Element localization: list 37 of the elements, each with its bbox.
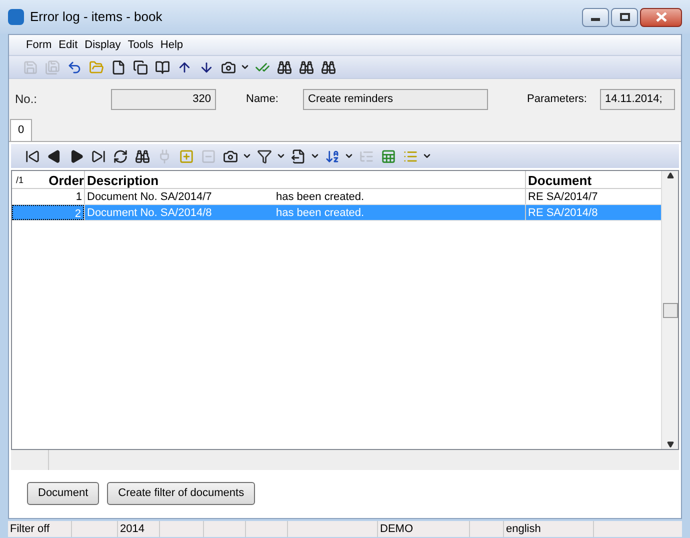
column-header[interactable]: Order xyxy=(42,171,84,188)
scrollbar-thumb[interactable] xyxy=(662,302,678,318)
number-label: No.: xyxy=(15,91,38,108)
action-button[interactable]: Document xyxy=(27,482,100,505)
table-cell: Document No. SA/2014/8 xyxy=(84,205,276,220)
number-field: 320 xyxy=(111,88,216,110)
maximize-button[interactable] xyxy=(611,8,638,26)
column-header[interactable]: Description xyxy=(84,171,525,188)
tab[interactable]: 0 xyxy=(10,119,32,141)
status-field: Filter off xyxy=(8,521,72,537)
scroll-up-icon[interactable] xyxy=(666,172,674,179)
scroll-down-icon[interactable] xyxy=(666,441,674,448)
scrollbar[interactable] xyxy=(661,171,678,449)
table-cell: 2 xyxy=(12,205,84,220)
status-field: english xyxy=(504,521,594,537)
menu-item[interactable]: Edit xyxy=(56,36,81,54)
name-label: Name: xyxy=(246,92,280,107)
table-cell-text: has been created. xyxy=(276,190,366,204)
close-button[interactable] xyxy=(640,8,682,26)
table-cell: Document No. SA/2014/7 xyxy=(84,189,276,204)
table-cell-text: 1 xyxy=(74,190,83,204)
app-icon xyxy=(8,9,24,25)
sort-indicator: /1 xyxy=(15,174,25,187)
window-title: Error log - items - book xyxy=(30,8,164,26)
name-field: Create reminders xyxy=(303,88,488,110)
status-field: DEMO xyxy=(378,521,470,537)
parameters-label: Parameters: xyxy=(527,92,588,107)
minimize-button[interactable] xyxy=(582,8,609,26)
parameters-field: 14.11.2014; xyxy=(600,88,675,110)
status-field: 2014 xyxy=(118,521,160,537)
action-button[interactable]: Create filter of documents xyxy=(107,482,256,505)
menu-item[interactable]: Help xyxy=(157,36,186,54)
menu-item[interactable]: Form xyxy=(23,36,55,54)
menu-item[interactable]: Display xyxy=(82,36,124,54)
menu-item[interactable]: Tools xyxy=(124,36,156,54)
close-icon xyxy=(656,12,666,22)
table-cell-text: has been created. xyxy=(276,206,366,220)
